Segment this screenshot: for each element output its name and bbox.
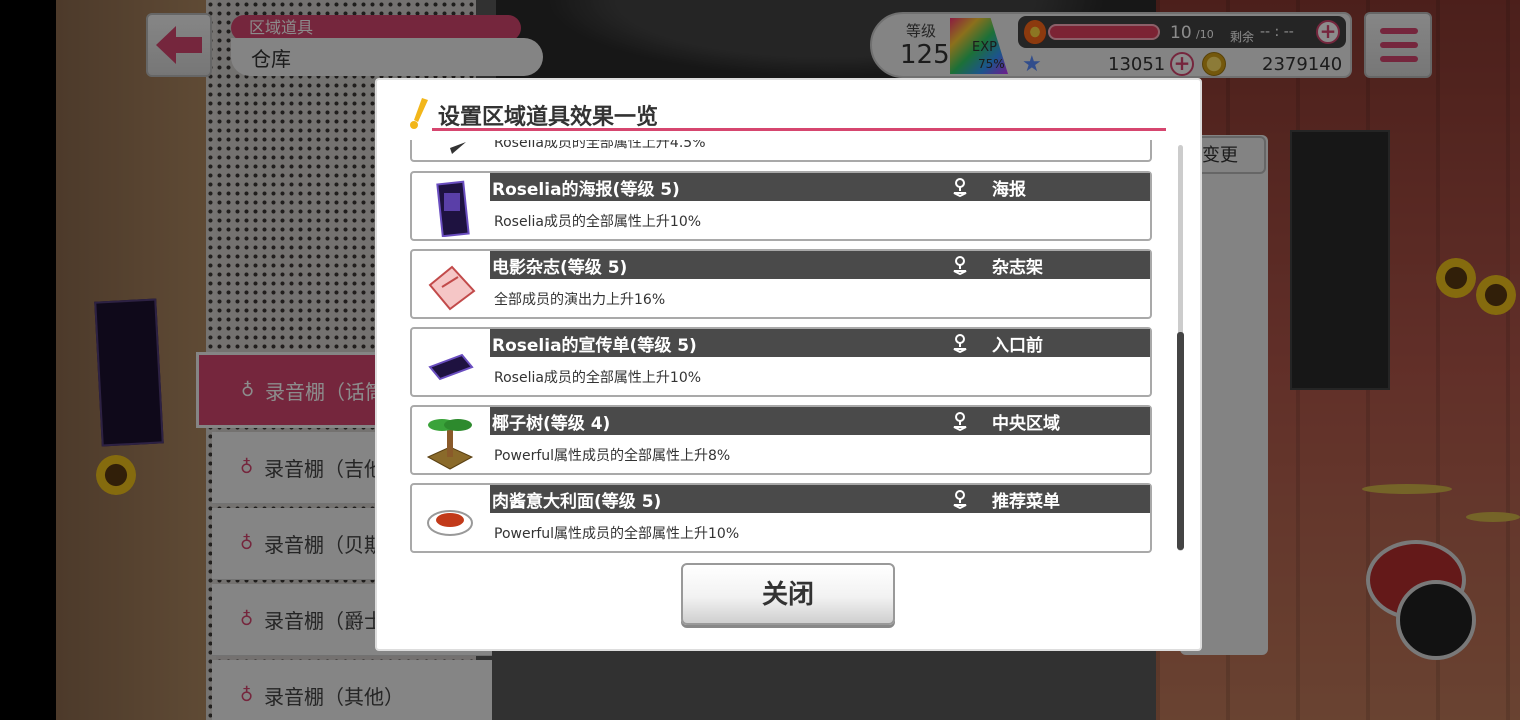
flyer-icon [428,353,474,381]
sparkle-icon [410,98,428,129]
effect-name: 椰子树(等级 4) [492,414,611,434]
location-pin-icon [953,412,967,431]
palm-tree-icon [426,419,474,470]
effect-row: 肉酱意大利面(等级 5) 推荐菜单 Powerful属性成员的全部属性上升10% [410,483,1152,553]
effect-name: Roselia的海报(等级 5) [492,180,680,200]
effect-description: Roselia成员的全部属性上升4.5% [494,140,706,151]
effect-row: 电影杂志(等级 5) 杂志架 全部成员的演出力上升16% [410,249,1152,319]
location-pin-icon [953,334,967,353]
effect-name: Roselia的宣传单(等级 5) [492,336,697,356]
item-icon [450,142,466,154]
effect-name: 肉酱意大利面(等级 5) [492,492,662,512]
scrollbar-thumb[interactable] [1177,332,1184,550]
effect-location: 入口前 [992,336,1043,356]
effect-description: Powerful属性成员的全部属性上升8% [494,448,731,464]
pasta-icon [427,510,473,536]
poster-icon [436,180,470,237]
effect-name: 电影杂志(等级 5) [492,258,628,278]
effect-row: Roselia成员的全部属性上升4.5% [410,140,1152,162]
effect-description: Roselia成员的全部属性上升10% [494,214,702,230]
effect-location: 杂志架 [992,258,1043,278]
title-underline [432,128,1166,131]
effect-description: Powerful属性成员的全部属性上升10% [494,526,740,542]
effect-description: Roselia成员的全部属性上升10% [494,370,702,386]
modal-title: 设置区域道具效果一览 [438,105,659,130]
effect-description: 全部成员的演出力上升16% [494,292,666,308]
magazine-icon [428,265,476,311]
location-pin-icon [953,256,967,275]
effect-location: 中央区域 [992,414,1060,434]
effect-location: 海报 [992,180,1026,200]
effect-location: 推荐菜单 [992,492,1060,512]
effect-row: Roselia的宣传单(等级 5) 入口前 Roselia成员的全部属性上升10… [410,327,1152,397]
effects-list[interactable]: Roselia成员的全部属性上升4.5% Roselia的海报(等级 5) 海报… [410,140,1152,554]
location-pin-icon [953,490,967,509]
effect-row: Roselia的海报(等级 5) 海报 Roselia成员的全部属性上升10% [410,171,1152,241]
location-pin-icon [953,178,967,197]
close-button[interactable]: 关闭 [681,563,895,625]
effect-row: 椰子树(等级 4) 中央区域 Powerful属性成员的全部属性上升8% [410,405,1152,475]
